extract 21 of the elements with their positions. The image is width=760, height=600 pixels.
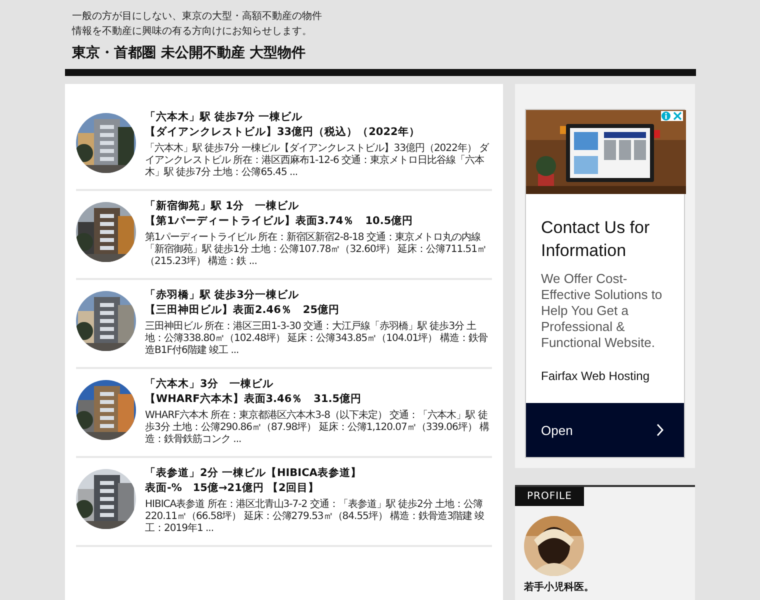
section-heading: PROFILE (515, 487, 584, 506)
post-excerpt: WHARF六本木 所在：東京都港区六本木3-8（以下未定） 交通：「六本木」駅 徒歩3分 土地：公簿290.86㎡（87.98坪） 延床：公簿1,120.07㎡（339.06坪） 構造：鉄骨鉄筋コンク ... (145, 410, 490, 446)
profile-bio: 若手小児科医。 (524, 580, 595, 594)
post-title[interactable]: 「六本木」3分 一棟ビル 【WHARF六本木】表面3.46％ 31.5億円 (145, 377, 492, 407)
post-excerpt: HIBICA表参道 所在：港区北青山3-7-2 交通：「表参道」駅 徒歩2分 土地：公簿220.11㎡（66.58坪） 延床：公簿279.53㎡（84.55坪） 構造：鉄骨造3階建 竣工：2019年1 ... (145, 499, 486, 535)
post-title[interactable]: 「六本木」駅 徒歩7分 一棟ビル 【ダイアンクレストビル】33億円（税込）（2022年） (145, 110, 492, 140)
ad-choices-icon[interactable] (661, 111, 683, 121)
post-title[interactable]: 「表参道」2分 一棟ビル【HIBICA表参道】 表面-% 15億→21億円 【2回目】 (145, 466, 492, 496)
site-tagline: 一般の方が目にしない、東京の大型・高額不動産の物件情報を不動産に興味の有る方向けにお知らせします。 (72, 10, 322, 39)
ad-headline: Contact Us for Information (541, 217, 651, 262)
post-excerpt: 「六本木」駅 徒歩7分 一棟ビル【ダイアンクレストビル】33億円（2022年） ダイアンクレストビル 所在：港区西麻布1-12-6 交通：東京メトロ日比谷線「六本木」駅 徒歩7分 土地：公簿65.45 ... (145, 143, 490, 179)
advertiser-name: Fairfax Web Hosting (541, 369, 650, 383)
post-excerpt: 三田神田ビル 所在：港区三田1-3-30 交通：大江戸線「赤羽橋」駅 徒歩3分 土地：公簿338.80㎡（102.48坪） 延床：公簿343.85㎡（104.01坪） 構造：鉄骨造B1F付6階建 竣工 ... (145, 321, 488, 357)
site-title[interactable]: 東京・首都圏 未公開不動産 大型物件 (72, 44, 306, 62)
ad-card[interactable]: Contact Us for Information We Offer Cost-Effective Solutions to Help You Get a Professional & Functional Website. Fairfax Web Hosting Open (525, 109, 685, 458)
post-excerpt: 第1パーディートライビル 所在：新宿区新宿2-8-18 交通：東京メトロ丸の内線「新宿御苑」駅 徒歩1分 土地：公簿107.78㎡（32.60坪） 延床：公簿711.51㎡（215.23坪） 構造：鉄 ... (145, 232, 488, 268)
post-title[interactable]: 「新宿御苑」駅 1分 一棟ビル 【第1パーディートライビル】表面3.74％ 10.5億円 (145, 199, 492, 229)
post-title[interactable]: 「赤羽橋」駅 徒歩3分一棟ビル 【三田神田ビル】表面2.46％ 25億円 (145, 288, 492, 318)
ad-text: We Offer Cost-Effective Solutions to Help You Get a Professional & Functional Website. (541, 271, 664, 351)
open-button[interactable]: Open (526, 403, 684, 457)
chevron-icon (656, 423, 664, 437)
